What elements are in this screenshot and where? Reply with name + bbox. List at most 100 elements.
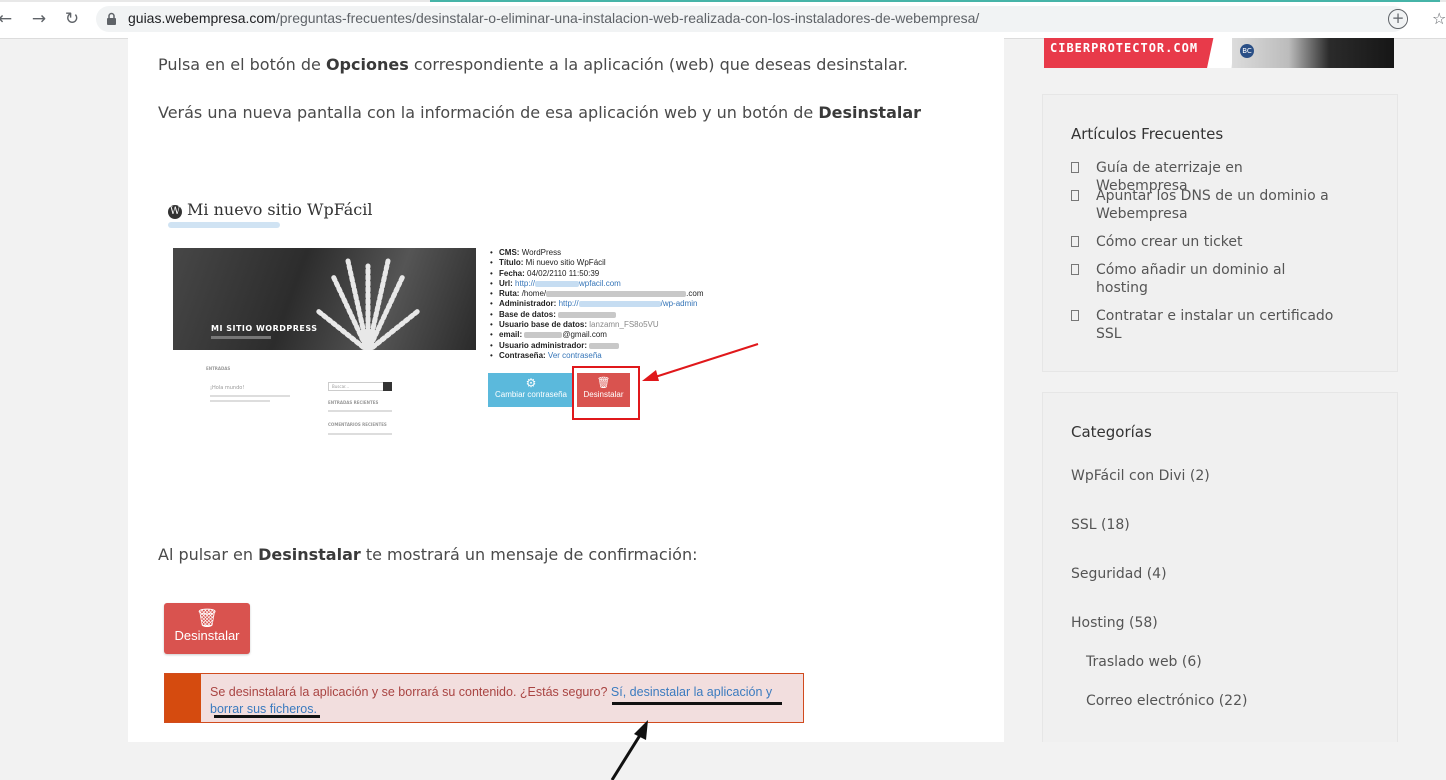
faq-item-label[interactable]: Cómo crear un ticket	[1096, 233, 1336, 251]
arrow-pointer-icon	[642, 343, 759, 381]
info-email-label: email:	[499, 330, 523, 340]
desinstalar-label: Desinstalar	[174, 628, 240, 643]
square-bullet-icon	[1071, 236, 1079, 247]
subcategory-link[interactable]: Traslado web (6)	[1086, 654, 1202, 670]
square-bullet-icon	[1071, 190, 1079, 201]
ad-photo	[1232, 38, 1394, 68]
site-title-text: Mi nuevo sitio WpFácil	[187, 200, 373, 219]
desinstalar-button[interactable]: 🗑 Desinstalar	[164, 603, 250, 654]
info-pass-label: Contraseña:	[499, 350, 546, 360]
ad-logo-icon: BC	[1240, 44, 1254, 58]
category-link[interactable]: WpFácil con Divi (2)	[1071, 468, 1210, 484]
plant-illustration	[315, 258, 421, 350]
blurred-tagline	[168, 222, 280, 228]
info-url-label: Url:	[499, 278, 513, 288]
article-content: Pulsa en el botón de Opciones correspond…	[128, 38, 1004, 780]
info-titulo: Título: Mi nuevo sitio WpFácil	[488, 258, 704, 269]
alert-text: Se desinstalará la aplicación y se borra…	[210, 685, 611, 699]
subcategory-link[interactable]: Correo electrónico (22)	[1086, 693, 1247, 709]
mini-search-placeholder: Buscar...	[332, 384, 350, 389]
p3-text-b: te mostrará un mensaje de confirmación:	[360, 545, 698, 564]
info-ruta: Ruta: /home/ .com	[488, 289, 704, 300]
mini-text-line	[210, 400, 270, 402]
arrow-pointer-icon	[610, 720, 648, 780]
p1-text-a: Pulsa en el botón de	[158, 55, 326, 74]
info-titulo-label: Título:	[499, 258, 524, 268]
site-title: W Mi nuevo sitio WpFácil	[168, 200, 372, 219]
url-text[interactable]: guias.webempresa.com/preguntas-frecuente…	[128, 10, 979, 26]
star-icon[interactable]: ☆	[1432, 9, 1446, 28]
category-link[interactable]: Seguridad (4)	[1071, 566, 1167, 582]
trash-icon: 🗑	[195, 608, 219, 628]
faq-widget: Artículos Frecuentes Guía de aterrizaje …	[1042, 94, 1398, 372]
mini-post-title: ¡Hola mundo!	[210, 385, 245, 391]
p1-bold: Opciones	[325, 55, 409, 74]
info-bd: Base de datos:	[488, 310, 704, 320]
lock-icon[interactable]	[106, 11, 117, 30]
square-bullet-icon	[1071, 162, 1079, 173]
ad-red-panel: CIBERPROTECTOR.COM	[1044, 38, 1222, 68]
active-tab-accent	[430, 0, 1440, 2]
url-path: /preguntas-frecuentes/desinstalar-o-elim…	[275, 10, 980, 26]
mini-entradas-heading: ENTRADAS	[206, 366, 231, 371]
square-bullet-icon	[1071, 310, 1079, 321]
info-admin-pre: http://	[558, 299, 579, 309]
info-admin-link[interactable]: http:// /wp-admin	[559, 299, 698, 308]
info-fecha-value: 04/02/2110 11:50:39	[527, 268, 600, 278]
info-cms-value: WordPress	[521, 248, 562, 257]
p3-bold: Desinstalar	[258, 545, 361, 564]
category-link[interactable]: SSL (18)	[1071, 517, 1130, 533]
faq-widget-title: Artículos Frecuentes	[1071, 125, 1224, 143]
blurred-text	[546, 291, 687, 298]
mini-recent-heading: ENTRADAS RECIENTES	[328, 400, 379, 405]
url-host: guias.webempresa.com	[128, 10, 276, 26]
info-email-value: @gmail.com	[562, 330, 607, 340]
add-icon[interactable]: +	[1388, 9, 1408, 29]
info-ruta-label: Ruta:	[499, 289, 520, 299]
mini-search-button	[383, 382, 392, 391]
back-arrow-icon[interactable]: ←	[0, 8, 16, 30]
faq-item-label[interactable]: Apuntar los DNS de un dominio a Webempre…	[1096, 187, 1336, 223]
cambiar-contrasena-label: Cambiar contraseña	[494, 390, 568, 399]
app-info-screenshot: W Mi nuevo sitio WpFácil MI SITIO WORDPRE…	[168, 188, 778, 488]
highlight-box	[572, 366, 640, 420]
paragraph-confirmacion: Al pulsar en Desinstalar te mostrará un …	[158, 545, 697, 564]
p2-text-a: Verás una nueva pantalla con la informac…	[158, 103, 819, 122]
cambiar-contrasena-button[interactable]: ⚙ Cambiar contraseña	[488, 373, 574, 407]
sidebar-ad-banner[interactable]: CIBERPROTECTOR.COM BC	[1044, 38, 1394, 68]
info-ubd: Usuario base de datos: lanzamn_FS8o5VU	[488, 320, 704, 331]
alert-message: Se desinstalará la aplicación y se borra…	[210, 684, 790, 718]
info-url-link[interactable]: http:// wpfacil.com	[515, 279, 621, 288]
p2-bold: Desinstalar	[818, 103, 922, 122]
blurred-text	[535, 280, 580, 287]
ver-contrasena-link[interactable]: Ver contraseña	[548, 351, 602, 360]
forward-arrow-icon[interactable]: →	[28, 8, 50, 30]
info-admin: Administrador: http:// /wp-admin	[488, 299, 704, 310]
ad-text: CIBERPROTECTOR.COM	[1050, 41, 1199, 55]
faq-item-label[interactable]: Cómo añadir un dominio al hosting	[1096, 261, 1336, 297]
mini-text-line	[328, 433, 392, 435]
mini-comments-heading: COMENTARIOS RECIENTES	[328, 422, 387, 427]
paragraph-opciones: Pulsa en el botón de Opciones correspond…	[158, 55, 908, 74]
info-admin-post: /wp-admin	[660, 299, 698, 309]
alert-side-bar	[165, 674, 201, 722]
reload-icon[interactable]: ↻	[61, 8, 83, 30]
gear-icon: ⚙	[525, 376, 537, 390]
p3-text-a: Al pulsar en	[158, 545, 259, 564]
blurred-text	[578, 301, 661, 308]
mini-text-line	[328, 410, 392, 412]
info-url-post: wpfacil.com	[579, 278, 621, 288]
info-uadmin-label: Usuario administrador:	[499, 340, 588, 350]
info-ruta-post: .com	[686, 289, 704, 299]
blurred-text	[524, 332, 563, 339]
category-link[interactable]: Hosting (58)	[1071, 615, 1158, 631]
info-ubd-label: Usuario base de datos:	[499, 320, 588, 330]
info-url: Url: http:// wpfacil.com	[488, 278, 704, 290]
info-cms: CMS: WordPress	[488, 248, 704, 259]
faq-item-label[interactable]: Contratar e instalar un certificado SSL	[1096, 307, 1336, 343]
address-bar[interactable]: guias.webempresa.com/preguntas-frecuente…	[96, 6, 1408, 32]
info-url-pre: http://	[515, 278, 536, 288]
site-hero-image: MI SITIO WORDPRESS	[173, 248, 476, 350]
paragraph-nueva-pantalla: Verás una nueva pantalla con la informac…	[158, 103, 921, 122]
underline-annotation	[214, 715, 320, 718]
